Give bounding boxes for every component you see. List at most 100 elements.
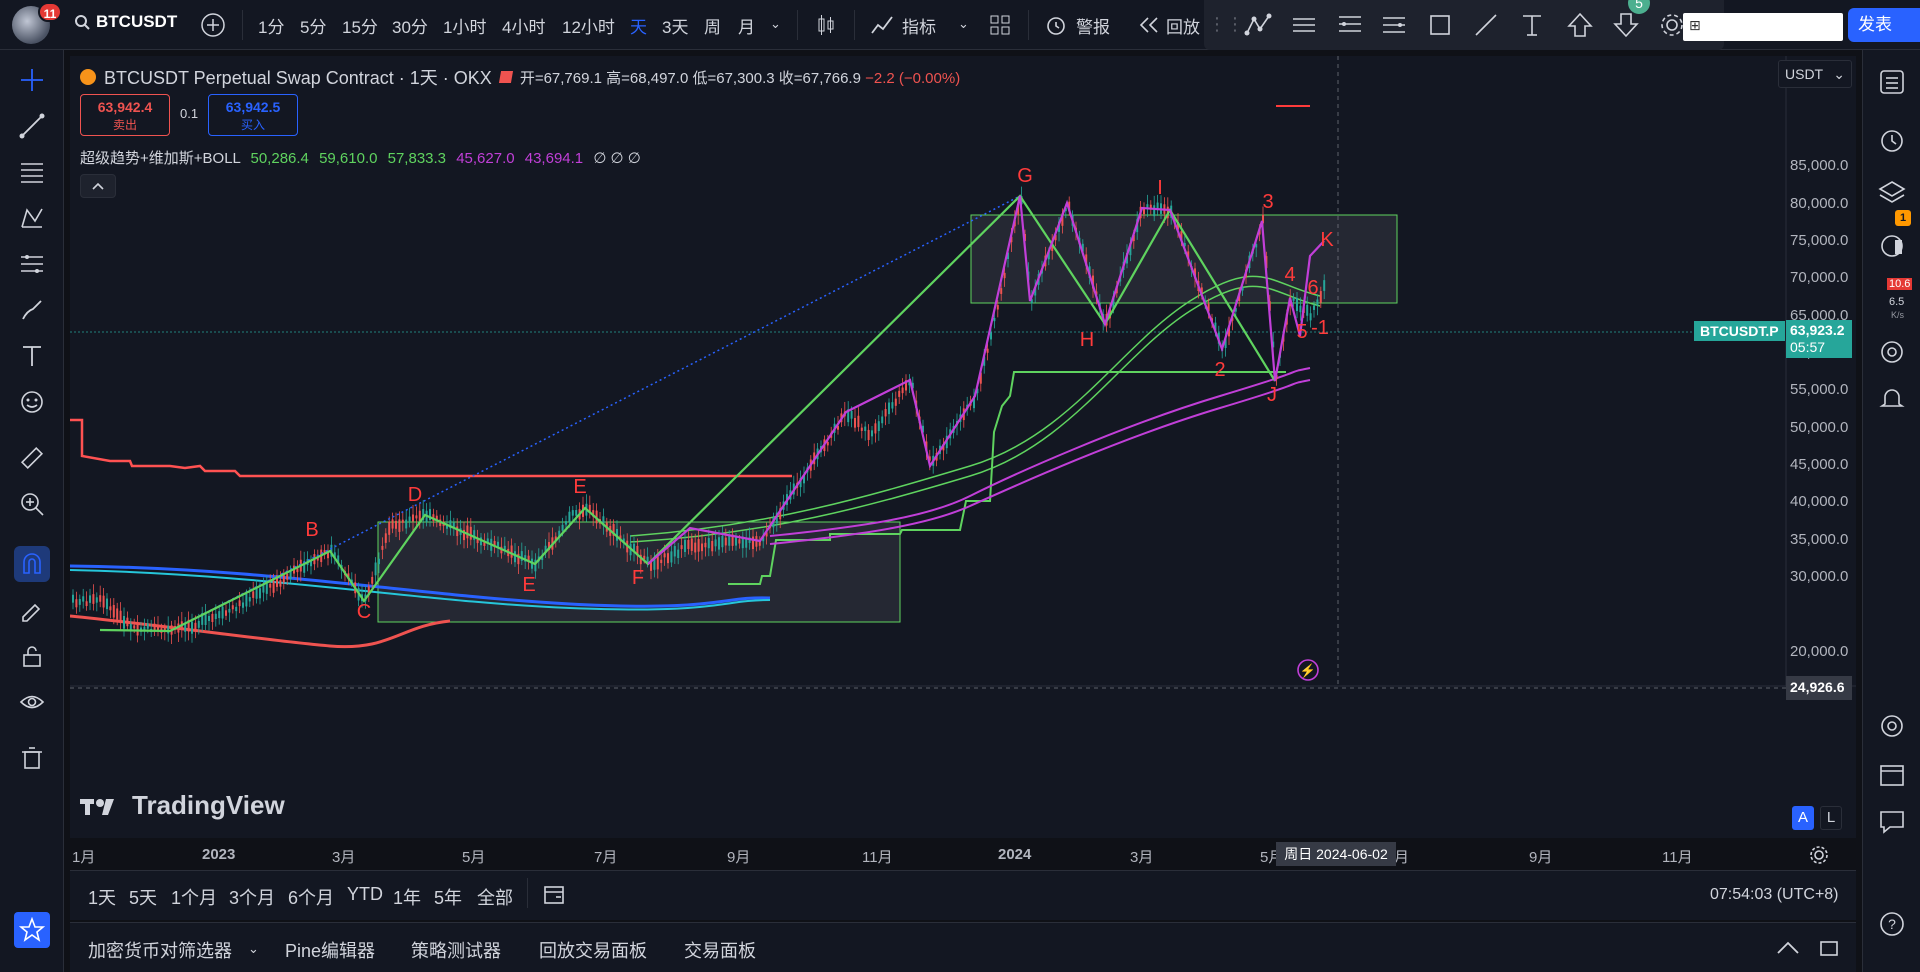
indicators-button[interactable]: 指标 [902,13,936,38]
alarm-clock-icon[interactable] [1044,13,1068,37]
clock-timezone[interactable]: 07:54:03 (UTC+8) [1710,886,1839,904]
wave-label[interactable]: 2 [1214,359,1225,381]
pattern-icon[interactable] [14,200,50,236]
trend-line-icon[interactable] [1472,11,1500,39]
ruler-icon[interactable] [14,440,50,476]
currency-select[interactable]: USDT ⌄ [1778,60,1852,88]
layers-icon[interactable] [1874,174,1910,210]
publish-button[interactable]: 发表 [1848,8,1920,42]
symbol-legend[interactable]: BTCUSDT Perpetual Swap Contract · 1天 · O… [80,64,960,90]
calendar-icon[interactable] [1874,756,1910,792]
tf-1d[interactable]: 天 [630,13,647,38]
text-tool-icon[interactable] [1518,11,1546,39]
chevron-down-icon[interactable]: ⌄ [958,16,969,32]
lock-edit-icon[interactable] [14,592,50,628]
tf-12h[interactable]: 12小时 [562,13,615,38]
wave-label[interactable]: B [305,519,318,541]
wave-label[interactable]: E [573,476,586,498]
tf-1h[interactable]: 1小时 [443,13,486,38]
chevron-up-icon[interactable] [1776,939,1800,957]
drag-handle[interactable]: ⋮⋮ [1208,14,1244,35]
range-1m[interactable]: 1个月 [171,884,217,910]
alert-button[interactable]: 警报 [1076,13,1110,38]
range-1d[interactable]: 1天 [88,884,116,910]
chat-icon[interactable] [1874,804,1910,840]
wave-label[interactable]: 3 [1262,191,1273,213]
wave-label[interactable]: 5 [1296,321,1307,343]
tab-strategy-tester[interactable]: 策略测试器 [411,937,501,963]
indicators-icon[interactable] [870,13,894,37]
range-3m[interactable]: 3个月 [229,884,275,910]
wave-label[interactable]: D [408,484,422,506]
bell-icon[interactable] [1874,380,1910,416]
tf-1w[interactable]: 周 [704,13,721,38]
auto-scale-button[interactable]: A [1792,806,1814,830]
news-icon[interactable] [1874,228,1910,264]
goto-date-icon[interactable] [542,882,566,906]
target-icon[interactable] [1874,708,1910,744]
log-scale-button[interactable]: L [1820,806,1842,830]
eye-icon[interactable] [14,684,50,720]
fib-icon[interactable] [1336,11,1364,39]
replay-button[interactable]: 回放 [1166,13,1200,38]
tab-replay-panel[interactable]: 回放交易面板 [539,937,647,963]
trash-icon[interactable] [14,740,50,776]
tf-1M[interactable]: 月 [738,13,755,38]
parallel-channel-icon[interactable] [1290,11,1318,39]
range-ytd[interactable]: YTD [347,884,383,905]
wave-label[interactable]: J [1267,384,1277,406]
wave-label[interactable]: F [632,567,644,589]
chart-pane[interactable]: B C D E E F G H I J K 2 3 4 5 6 -1 ⚡ [69,56,1856,838]
wave-label[interactable]: I [1157,177,1163,199]
hotlist-icon[interactable] [1874,334,1910,370]
tab-pine-editor[interactable]: Pine编辑器 [285,937,375,963]
symbol-search[interactable]: BTCUSDT [74,12,177,32]
wave-label[interactable]: K [1320,229,1334,251]
arrow-up-icon[interactable] [1566,11,1594,39]
sell-button[interactable]: 63,942.4 卖出 [80,94,170,136]
flag-icon[interactable] [498,71,513,83]
rectangle-icon[interactable] [1426,11,1454,39]
wave-label[interactable]: C [357,601,371,623]
chevron-down-icon[interactable]: ⌄ [248,941,259,957]
pattern-icon[interactable] [1244,11,1272,39]
price-chart[interactable]: B C D E E F G H I J K 2 3 4 56 -1 ⚡ [69,56,1856,838]
tf-4h[interactable]: 4小时 [502,13,545,38]
ime-grid-icon[interactable]: ⊞ [1689,17,1701,34]
range-1y[interactable]: 1年 [393,884,421,910]
collapse-legend-button[interactable] [80,174,116,198]
alarm-clock-icon[interactable] [1874,122,1910,158]
fib-extension-icon[interactable] [1380,11,1408,39]
wave-label[interactable]: G [1017,165,1033,187]
help-icon[interactable]: ? [1874,906,1910,942]
fib-retracement-icon[interactable] [14,154,50,190]
zoom-in-icon[interactable] [14,486,50,522]
wave-label[interactable]: 6 [1307,277,1318,299]
wave-label[interactable]: 4 [1284,264,1295,286]
layouts-icon[interactable] [988,13,1012,37]
arrow-down-icon[interactable] [1612,11,1640,39]
buy-button[interactable]: 63,942.5 买入 [208,94,298,136]
tf-5m[interactable]: 5分 [300,13,326,38]
chevron-down-icon[interactable]: ⌄ [770,16,781,32]
wave-label[interactable]: H [1080,329,1094,351]
range-5y[interactable]: 5年 [434,884,462,910]
wave-label[interactable]: -1 [1311,317,1329,339]
tradingview-watermark[interactable]: TradingView [80,790,285,821]
text-icon[interactable] [14,338,50,374]
range-6m[interactable]: 6个月 [288,884,334,910]
wave-label[interactable]: E [522,574,535,596]
forecast-icon[interactable] [14,246,50,282]
emoji-icon[interactable] [14,384,50,420]
gear-icon[interactable] [1658,11,1686,39]
tf-3d[interactable]: 3天 [662,13,688,38]
tab-crypto-screener[interactable]: 加密货币对筛选器 [88,937,232,963]
tf-15m[interactable]: 15分 [342,13,378,38]
magnet-icon[interactable] [14,546,50,582]
tab-trading-panel[interactable]: 交易面板 [684,937,756,963]
tf-1m[interactable]: 1分 [258,13,284,38]
settings-gear-icon[interactable] [1808,844,1830,866]
favorites-star-icon[interactable] [14,912,50,948]
add-symbol-icon[interactable] [200,12,226,38]
trend-line-icon[interactable] [14,108,50,144]
